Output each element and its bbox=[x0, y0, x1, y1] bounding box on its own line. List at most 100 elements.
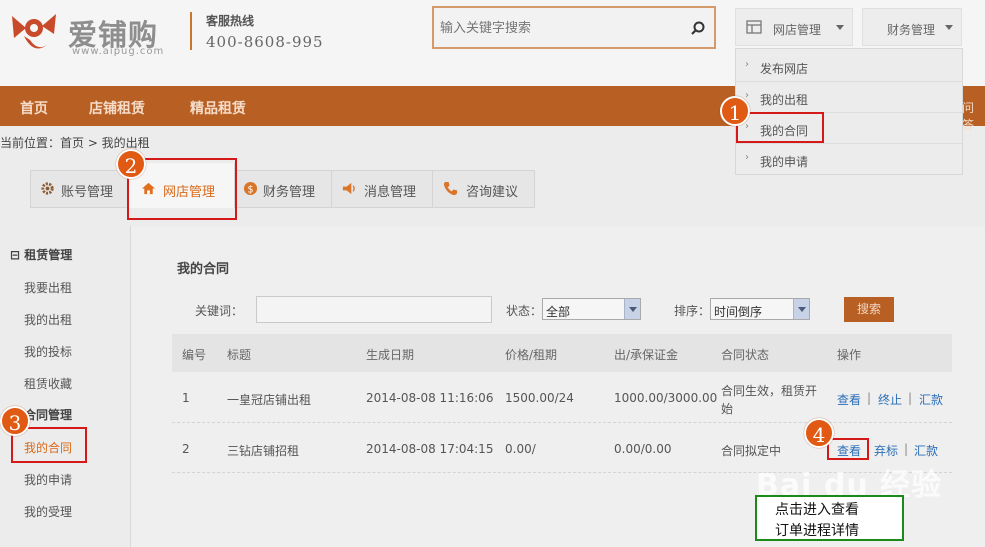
tab-messages[interactable]: 消息管理 bbox=[332, 171, 433, 207]
action-separator: | bbox=[867, 391, 872, 405]
sidebar-group-rental[interactable]: ⊟ 租赁管理 bbox=[10, 246, 72, 263]
column-header-deposit: 出/承保证金 bbox=[614, 348, 679, 362]
column-header-actions: 操作 bbox=[837, 348, 862, 362]
nav-qa[interactable]: 问答 bbox=[962, 99, 985, 133]
status-select-value: 全部 bbox=[546, 305, 571, 319]
tab-account[interactable]: 账号管理 bbox=[31, 171, 129, 207]
cell-title: 三钻店铺招租 bbox=[227, 444, 300, 458]
status-label: 状态： bbox=[506, 304, 543, 318]
cell-id: 2 bbox=[182, 442, 190, 456]
sidebar-item-my-rentals[interactable]: 我的出租 bbox=[24, 311, 72, 328]
column-header-id: 编号 bbox=[182, 348, 207, 362]
finance-management-label: 财务管理 bbox=[887, 23, 936, 37]
column-header-status: 合同状态 bbox=[721, 348, 770, 362]
abandon-bid-link[interactable]: 弃标 bbox=[874, 442, 898, 459]
nav-premium-rental[interactable]: 精品租赁 bbox=[190, 98, 246, 118]
search-input[interactable] bbox=[440, 16, 678, 40]
chevron-right-icon: › bbox=[745, 59, 749, 70]
menu-item-label: 发布网店 bbox=[760, 62, 809, 76]
sidebar-item-my-accepted[interactable]: 我的受理 bbox=[24, 503, 72, 520]
menu-item-my-rentals[interactable]: › 我的出租 bbox=[736, 82, 962, 113]
phone-icon bbox=[443, 181, 458, 196]
chevron-right-icon: › bbox=[745, 90, 749, 101]
cell-deposit: 0.00/0.00 bbox=[614, 442, 672, 456]
logo[interactable]: 爱铺购 www.aipug.com bbox=[4, 8, 189, 58]
tab-label: 财务管理 bbox=[263, 185, 316, 200]
remit-link[interactable]: 汇款 bbox=[919, 391, 943, 408]
cell-status-cont: 始 bbox=[721, 402, 734, 416]
tab-label: 账号管理 bbox=[61, 185, 114, 200]
shop-management-dropdown[interactable]: 网店管理 bbox=[735, 8, 853, 46]
chevron-down-icon bbox=[836, 25, 844, 30]
sort-select[interactable]: 时间倒序 bbox=[710, 298, 810, 320]
menu-item-publish-shop[interactable]: › 发布网店 bbox=[736, 51, 962, 82]
svg-text:$: $ bbox=[248, 184, 254, 195]
column-header-title: 标题 bbox=[227, 348, 252, 362]
sidebar: ⊟ 租赁管理 我要出租 我的出租 我的投标 租赁收藏 合同管理 我的合同 我的申… bbox=[0, 226, 130, 547]
cell-status: 合同生效，租赁开 bbox=[721, 384, 818, 398]
tab-label: 消息管理 bbox=[364, 185, 417, 200]
column-header-price: 价格/租期 bbox=[505, 348, 558, 362]
step-marker-4: 4 bbox=[804, 418, 834, 448]
gear-icon bbox=[41, 182, 54, 195]
step-marker-3: 3 bbox=[0, 406, 30, 436]
speaker-icon bbox=[342, 182, 355, 195]
sort-select-value: 时间倒序 bbox=[714, 305, 763, 319]
callout-line-1: 点击进入查看 bbox=[775, 502, 859, 518]
terminate-link[interactable]: 终止 bbox=[878, 391, 902, 408]
tab-finance[interactable]: $ 财务管理 bbox=[235, 171, 332, 207]
cell-date: 2014-08-08 11:16:06 bbox=[366, 391, 494, 405]
search-icon[interactable] bbox=[690, 20, 706, 36]
hotline-label: 客服热线 bbox=[206, 14, 255, 28]
sort-label: 排序： bbox=[674, 304, 711, 318]
menu-item-my-applications[interactable]: › 我的申请 bbox=[736, 144, 962, 175]
tab-bar: 账号管理 网店管理 $ 财务管理 消息管理 咨询建议 bbox=[30, 163, 535, 208]
logo-url: www.aipug.com bbox=[72, 46, 165, 57]
nav-home[interactable]: 首页 bbox=[20, 98, 48, 118]
highlight-box-menu-contracts bbox=[736, 112, 824, 143]
action-separator: | bbox=[908, 391, 913, 405]
remit-link[interactable]: 汇款 bbox=[914, 442, 938, 459]
search-box bbox=[432, 6, 716, 49]
step-marker-2: 2 bbox=[116, 149, 146, 179]
action-separator: | bbox=[904, 442, 909, 456]
view-link[interactable]: 查看 bbox=[837, 391, 861, 408]
nav-shop-rental[interactable]: 店铺租赁 bbox=[89, 98, 145, 118]
cell-status: 合同拟定中 bbox=[721, 444, 782, 458]
finance-management-dropdown[interactable]: 财务管理 bbox=[862, 8, 962, 46]
keyword-input[interactable] bbox=[256, 296, 492, 323]
cell-price: 1500.00/24 bbox=[505, 391, 574, 405]
callout-note: 点击进入查看 订单进程详情 bbox=[755, 495, 904, 541]
menu-item-label: 我的申请 bbox=[760, 155, 809, 169]
cell-date: 2014-08-08 17:04:15 bbox=[366, 442, 494, 456]
cell-id: 1 bbox=[182, 391, 190, 405]
sidebar-item-my-bids[interactable]: 我的投标 bbox=[24, 343, 72, 360]
tab-label: 咨询建议 bbox=[466, 185, 519, 200]
sidebar-group-contracts[interactable]: 合同管理 bbox=[24, 406, 72, 423]
tab-consulting[interactable]: 咨询建议 bbox=[433, 171, 534, 207]
chevron-down-icon bbox=[793, 299, 809, 319]
column-header-date: 生成日期 bbox=[366, 348, 415, 362]
hotline-number: 400-8608-995 bbox=[206, 33, 324, 51]
status-select[interactable]: 全部 bbox=[542, 298, 641, 320]
page-title: 我的合同 bbox=[177, 262, 230, 277]
chevron-down-icon bbox=[624, 299, 640, 319]
table-header: 编号 标题 生成日期 价格/租期 出/承保证金 合同状态 操作 bbox=[172, 334, 952, 372]
menu-item-label: 我的出租 bbox=[760, 93, 809, 107]
shop-management-label: 网店管理 bbox=[773, 23, 822, 37]
highlight-box-view-link bbox=[827, 438, 869, 460]
table-row: 1 一皇冠店铺出租 2014-08-08 11:16:06 1500.00/24… bbox=[172, 373, 952, 423]
sidebar-item-my-applications[interactable]: 我的申请 bbox=[24, 471, 72, 488]
search-button[interactable]: 搜索 bbox=[844, 297, 894, 322]
sidebar-item-i-want-to-rent[interactable]: 我要出租 bbox=[24, 279, 72, 296]
logo-divider bbox=[190, 12, 192, 50]
store-icon bbox=[746, 20, 762, 34]
sidebar-item-rental-favorites[interactable]: 租赁收藏 bbox=[24, 375, 72, 392]
cell-title: 一皇冠店铺出租 bbox=[227, 393, 312, 407]
cell-deposit: 1000.00/3000.00 bbox=[614, 391, 718, 405]
step-marker-1: 1 bbox=[720, 96, 750, 126]
callout-line-2: 订单进程详情 bbox=[775, 523, 859, 539]
cell-price: 0.00/ bbox=[505, 442, 536, 456]
logo-mark-icon bbox=[12, 14, 56, 49]
coin-icon: $ bbox=[243, 181, 258, 195]
